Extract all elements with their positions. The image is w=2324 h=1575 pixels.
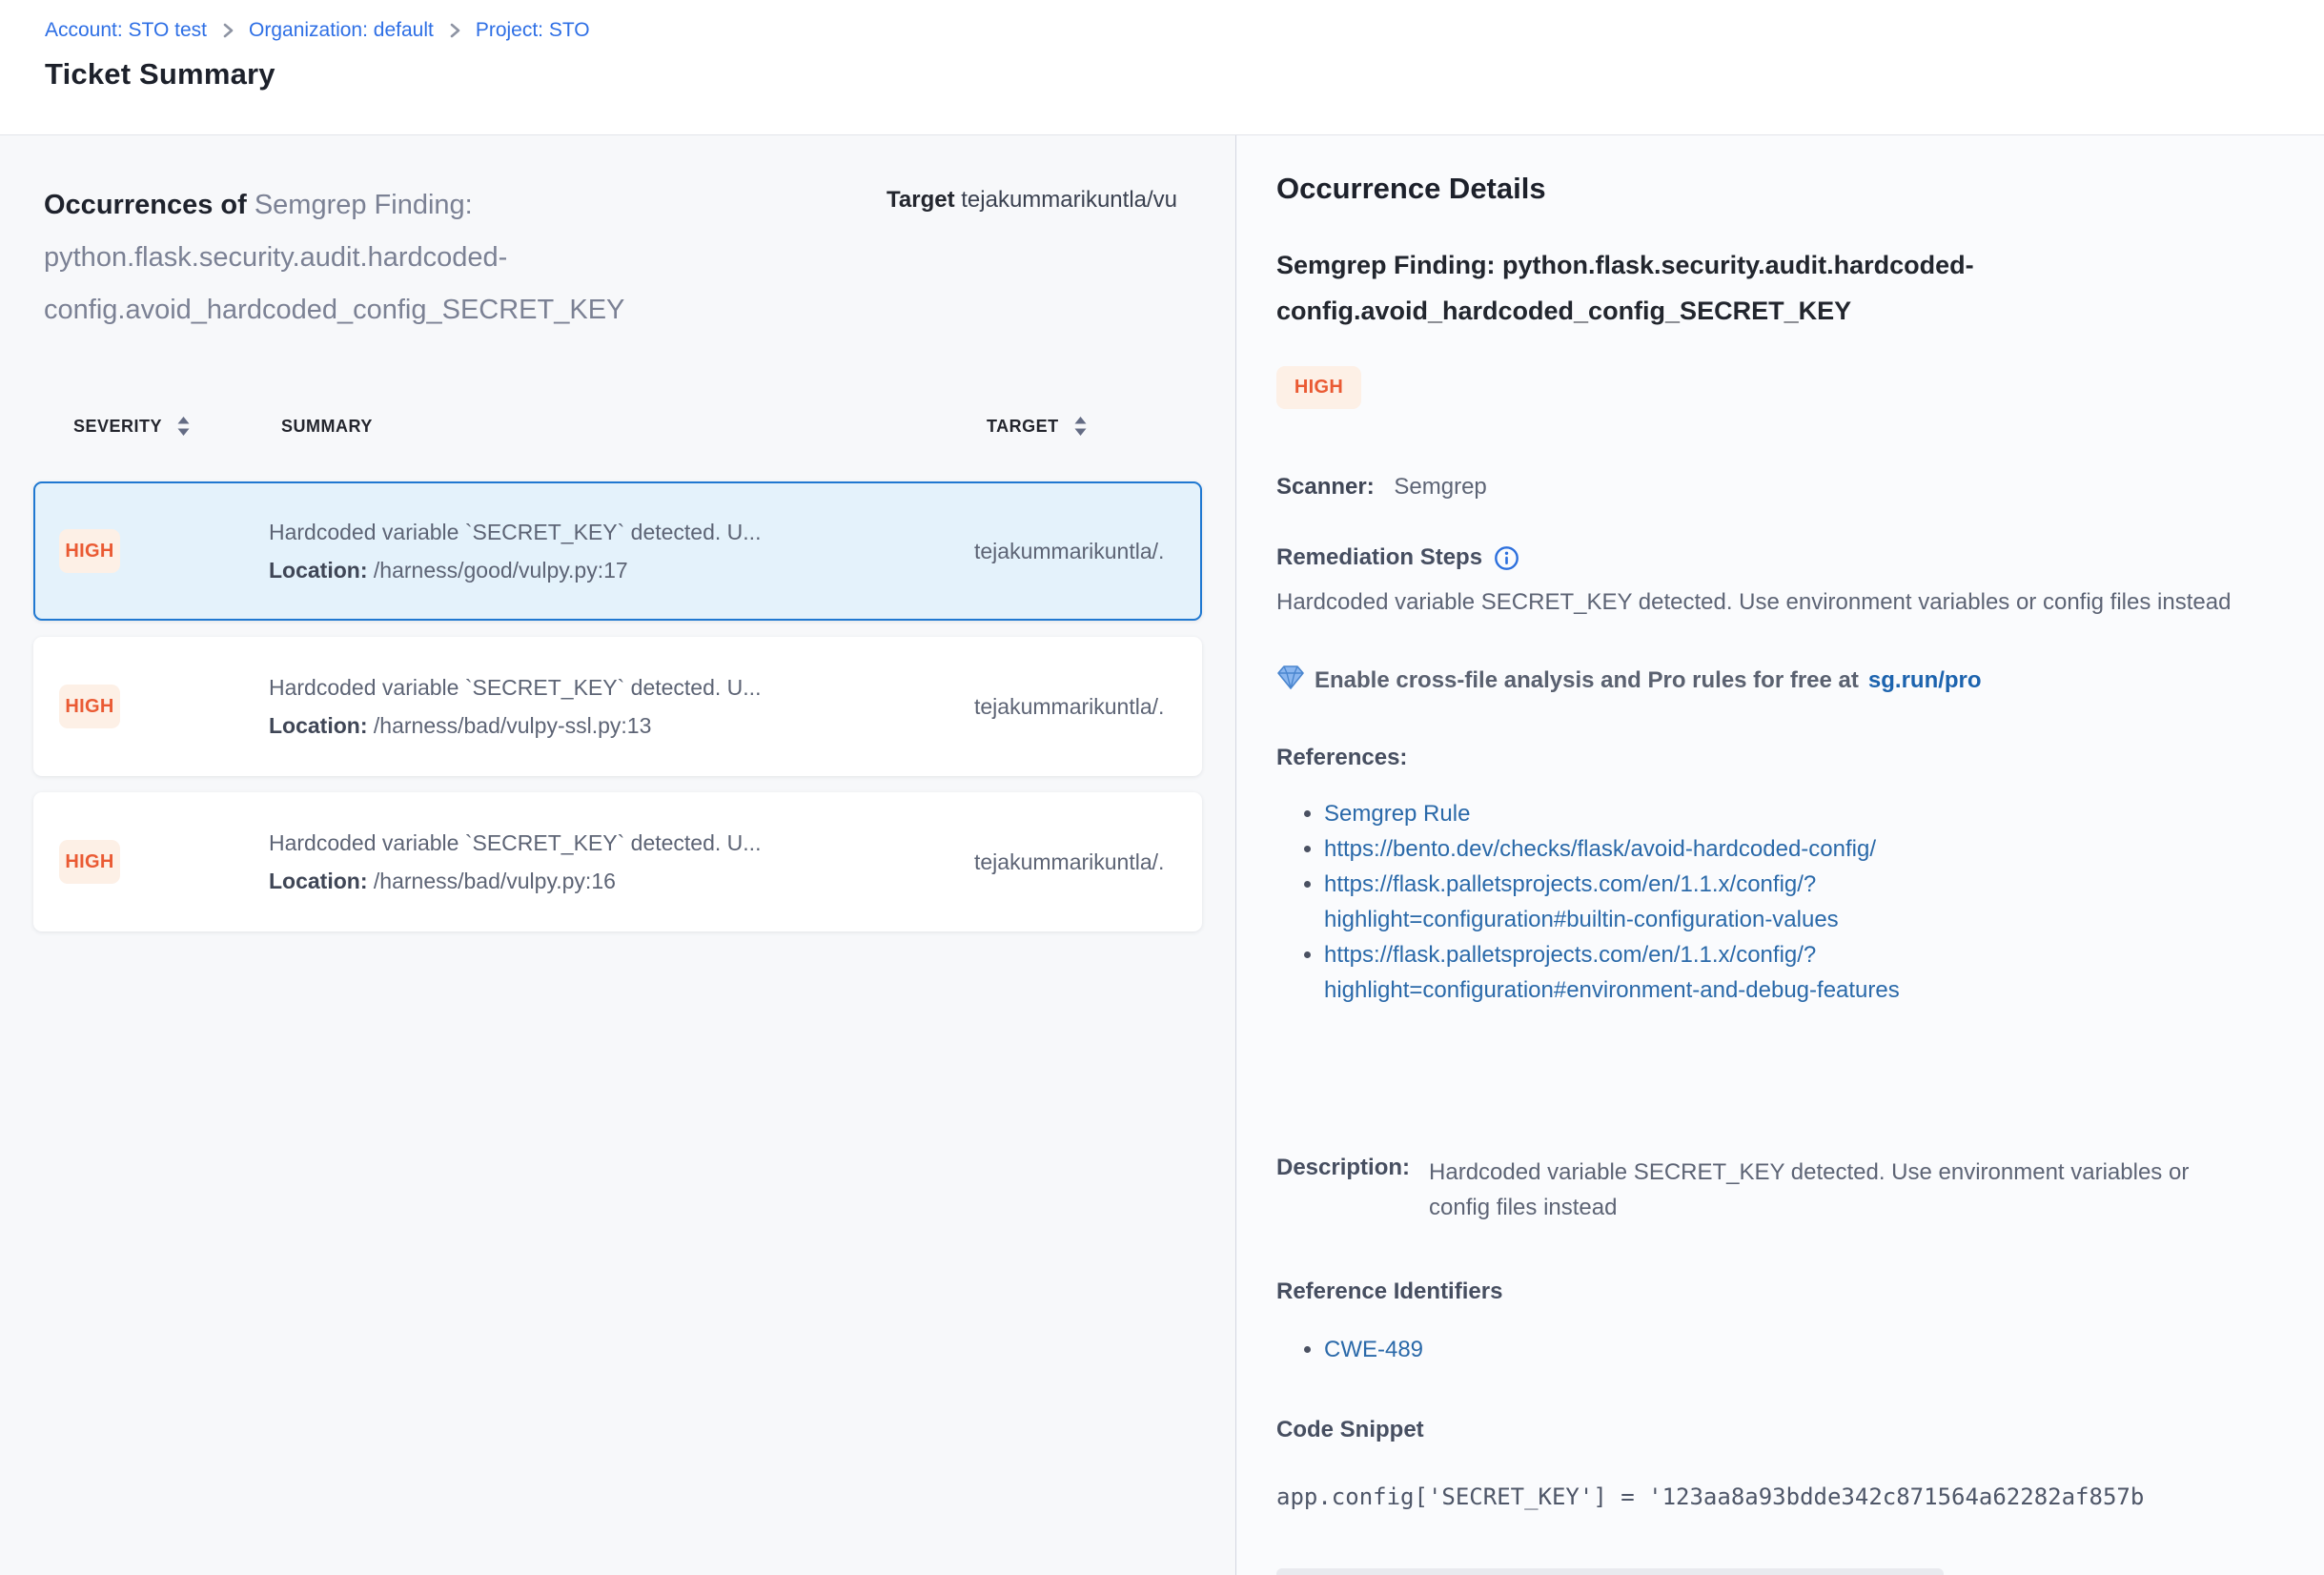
chevron-right-icon bbox=[221, 21, 234, 40]
breadcrumb: Account: STO test Organization: default … bbox=[45, 19, 2324, 42]
page-header: Account: STO test Organization: default … bbox=[0, 0, 2324, 135]
location-line: Location: /harness/bad/vulpy.py:16 bbox=[269, 869, 974, 894]
cwe-link[interactable]: CWE-489 bbox=[1324, 1337, 1423, 1362]
column-header-target-label: TARGET bbox=[987, 417, 1059, 437]
location-label: Location: bbox=[269, 713, 368, 738]
summary-text: Hardcoded variable `SECRET_KEY` detected… bbox=[269, 675, 974, 701]
references-list: Semgrep Rule https://bento.dev/checks/fl… bbox=[1276, 796, 2324, 1008]
location-label: Location: bbox=[269, 869, 368, 893]
finding-title: Semgrep Finding: python.flask.security.a… bbox=[1276, 242, 2191, 334]
location-value: /harness/good/vulpy.py:17 bbox=[374, 558, 628, 583]
reference-link[interactable]: https://flask.palletsprojects.com/en/1.1… bbox=[1324, 942, 1900, 1003]
promo-link[interactable]: sg.run/pro bbox=[1868, 667, 1982, 694]
scanner-row: Scanner: Semgrep bbox=[1276, 474, 2324, 501]
location-line: Location: /harness/bad/vulpy-ssl.py:13 bbox=[269, 713, 974, 739]
column-header-severity-label: SEVERITY bbox=[73, 417, 162, 437]
summary-text: Hardcoded variable `SECRET_KEY` detected… bbox=[269, 830, 974, 856]
reference-link[interactable]: https://flask.palletsprojects.com/en/1.1… bbox=[1324, 871, 1839, 932]
remediation-header: Remediation Steps bbox=[1276, 544, 2324, 571]
reference-item: Semgrep Rule bbox=[1324, 796, 2049, 831]
summary-cell: Hardcoded variable `SECRET_KEY` detected… bbox=[269, 675, 974, 739]
target-value: tejakummarikuntla/vu bbox=[961, 187, 1177, 213]
target-cell: tejakummarikuntla/. bbox=[974, 849, 1200, 875]
details-title: Occurrence Details bbox=[1276, 172, 2324, 206]
reference-identifier-item: CWE-489 bbox=[1324, 1332, 2324, 1367]
description-row: Description: Hardcoded variable SECRET_K… bbox=[1276, 1155, 2324, 1225]
occurrences-title-prefix: Occurrences of bbox=[44, 190, 247, 220]
remediation-label: Remediation Steps bbox=[1276, 544, 1482, 571]
occurrence-details-panel: Occurrence Details Semgrep Finding: pyth… bbox=[1236, 135, 2324, 1575]
location-line: Location: /harness/good/vulpy.py:17 bbox=[269, 558, 974, 583]
location-label: Location: bbox=[269, 558, 368, 583]
breadcrumb-account-link[interactable]: Account: STO test bbox=[45, 19, 207, 42]
location-value: /harness/bad/vulpy-ssl.py:13 bbox=[374, 713, 652, 738]
promo-line: Enable cross-file analysis and Pro rules… bbox=[1276, 664, 2324, 697]
references-label: References: bbox=[1276, 745, 2324, 771]
description-label: Description: bbox=[1276, 1155, 1410, 1225]
column-header-severity[interactable]: SEVERITY bbox=[73, 415, 281, 438]
breadcrumb-organization-link[interactable]: Organization: default bbox=[249, 19, 434, 42]
location-value: /harness/bad/vulpy.py:16 bbox=[374, 869, 616, 893]
column-header-summary-label: SUMMARY bbox=[281, 417, 373, 437]
remediation-text: Hardcoded variable SECRET_KEY detected. … bbox=[1276, 584, 2258, 620]
occurrences-table-header: SEVERITY SUMMARY TARGET bbox=[33, 415, 1202, 438]
sort-arrows-icon[interactable] bbox=[175, 415, 192, 438]
info-circle-icon[interactable] bbox=[1494, 545, 1519, 571]
promo-text: Enable cross-file analysis and Pro rules… bbox=[1315, 667, 1859, 694]
description-text: Hardcoded variable SECRET_KEY detected. … bbox=[1429, 1155, 2220, 1225]
target-summary: Target tejakummarikuntla/vu bbox=[887, 187, 1236, 214]
severity-badge: HIGH bbox=[59, 685, 120, 728]
horizontal-scrollbar[interactable] bbox=[1276, 1568, 1944, 1575]
occurrence-row[interactable]: HIGH Hardcoded variable `SECRET_KEY` det… bbox=[33, 481, 1202, 621]
reference-identifiers-label: Reference Identifiers bbox=[1276, 1278, 2324, 1305]
code-snippet-label: Code Snippet bbox=[1276, 1417, 2324, 1443]
summary-cell: Hardcoded variable `SECRET_KEY` detected… bbox=[269, 520, 974, 583]
occurrence-row[interactable]: HIGH Hardcoded variable `SECRET_KEY` det… bbox=[33, 637, 1202, 776]
reference-item: https://flask.palletsprojects.com/en/1.1… bbox=[1324, 867, 2049, 937]
target-label: Target bbox=[887, 187, 955, 213]
occurrences-table-body: HIGH Hardcoded variable `SECRET_KEY` det… bbox=[33, 481, 1202, 931]
page-title: Ticket Summary bbox=[45, 57, 2324, 92]
reference-link[interactable]: Semgrep Rule bbox=[1324, 801, 1470, 827]
reference-identifiers-list: CWE-489 bbox=[1276, 1332, 2324, 1367]
code-snippet: app.config['SECRET_KEY'] = '123aa8a93bdd… bbox=[1276, 1483, 2324, 1510]
scanner-value: Semgrep bbox=[1394, 474, 1486, 500]
main-content: Occurrences of Semgrep Finding: python.f… bbox=[0, 135, 2324, 1575]
reference-link[interactable]: https://bento.dev/checks/flask/avoid-har… bbox=[1324, 836, 1876, 862]
target-cell: tejakummarikuntla/. bbox=[974, 539, 1200, 564]
chevron-right-icon bbox=[448, 21, 461, 40]
severity-badge: HIGH bbox=[1276, 366, 1361, 409]
scanner-label: Scanner: bbox=[1276, 474, 1375, 500]
sort-arrows-icon[interactable] bbox=[1072, 415, 1089, 438]
occurrence-row[interactable]: HIGH Hardcoded variable `SECRET_KEY` det… bbox=[33, 792, 1202, 931]
occurrences-title: Occurrences of Semgrep Finding: python.f… bbox=[44, 179, 864, 337]
diamond-icon bbox=[1276, 664, 1305, 697]
severity-badge: HIGH bbox=[59, 840, 120, 884]
occurrences-header: Occurrences of Semgrep Finding: python.f… bbox=[33, 135, 1202, 337]
summary-cell: Hardcoded variable `SECRET_KEY` detected… bbox=[269, 830, 974, 894]
occurrences-panel: Occurrences of Semgrep Finding: python.f… bbox=[0, 135, 1236, 1575]
column-header-target[interactable]: TARGET bbox=[987, 415, 1202, 438]
severity-badge: HIGH bbox=[59, 529, 120, 573]
summary-text: Hardcoded variable `SECRET_KEY` detected… bbox=[269, 520, 974, 545]
column-header-summary: SUMMARY bbox=[281, 417, 987, 437]
target-cell: tejakummarikuntla/. bbox=[974, 694, 1200, 720]
reference-item: https://bento.dev/checks/flask/avoid-har… bbox=[1324, 831, 2049, 867]
breadcrumb-project-link[interactable]: Project: STO bbox=[476, 19, 590, 42]
reference-item: https://flask.palletsprojects.com/en/1.1… bbox=[1324, 937, 2049, 1008]
